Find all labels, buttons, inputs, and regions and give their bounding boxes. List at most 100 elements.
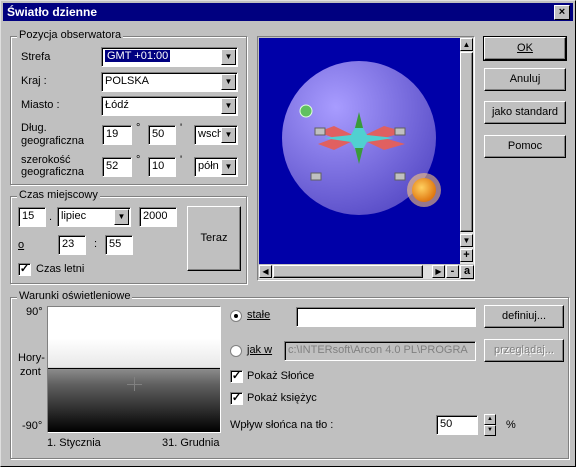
marker: [394, 127, 406, 136]
country-value: POLSKA: [105, 75, 150, 87]
marker: [310, 172, 322, 181]
show-sun-label: Pokaż Słońce: [247, 370, 315, 382]
define-button[interactable]: definiuj...: [484, 305, 564, 328]
chevron-down-icon[interactable]: ▼: [221, 74, 236, 90]
zone-value: GMT +01:00: [105, 50, 171, 62]
zoom-out-button[interactable]: -: [446, 265, 459, 278]
path-field[interactable]: c:\INTERsoft\Arcon 4.0 PL\PROGRA: [284, 341, 476, 361]
country-select[interactable]: POLSKA ▼: [101, 72, 238, 92]
sun-effect-input[interactable]: 50: [436, 415, 478, 435]
dst-checkbox[interactable]: ✓: [18, 263, 31, 276]
zoom-in-button[interactable]: +: [460, 249, 473, 262]
path-value: c:\INTERsoft\Arcon 4.0 PL\PROGRA: [288, 344, 468, 356]
longitude-degrees-value: 19: [106, 128, 119, 140]
browse-button[interactable]: przeglądaj...: [484, 339, 564, 362]
sun-effect-label: Wpływ słońca na tło :: [230, 419, 334, 431]
latitude-label-1: szerokość: [21, 154, 71, 166]
crosshair-icon: [127, 384, 142, 385]
latitude-degrees-value: 52: [106, 160, 119, 172]
latitude-degrees-input[interactable]: 52: [102, 157, 132, 177]
show-moon-label: Pokaż księżyc: [247, 392, 317, 404]
longitude-minutes-value: 50: [152, 128, 165, 140]
day-input[interactable]: 15: [18, 207, 46, 227]
x-axis-right-label: 31. Grudnia: [162, 437, 220, 449]
country-label: Kraj :: [21, 75, 47, 87]
spin-down-icon[interactable]: ▼: [484, 425, 496, 436]
minute-mark: ': [180, 154, 183, 166]
vertical-scrollbar[interactable]: ▲ ▼ +: [460, 38, 474, 264]
hour-value: 23: [62, 238, 75, 250]
scroll-left-icon[interactable]: ◀: [259, 265, 272, 278]
horizon-line: [48, 368, 220, 369]
y-axis-bottom-label: -90°: [22, 420, 43, 432]
minute-value: 55: [109, 238, 122, 250]
window-title: Światło dzienne: [7, 5, 98, 19]
as-in-radio[interactable]: [230, 345, 242, 357]
ok-label: OK: [517, 42, 533, 54]
zone-select[interactable]: GMT +01:00 ▼: [101, 47, 238, 67]
fixed-label: stałe: [247, 309, 271, 321]
vertical-scroll-thumb[interactable]: [460, 52, 473, 232]
fixed-radio[interactable]: [230, 310, 242, 322]
horizontal-scrollbar[interactable]: ◀ ▶ -: [259, 265, 460, 279]
city-value: Łódź: [105, 99, 129, 111]
date-separator: .: [49, 211, 53, 223]
y-axis-mid-label-1: Hory-: [18, 352, 45, 364]
chevron-down-icon[interactable]: ▼: [221, 127, 236, 143]
city-label: Miasto :: [21, 99, 60, 111]
ok-button[interactable]: OK: [483, 36, 567, 61]
minute-mark: ': [180, 122, 183, 134]
help-button[interactable]: Pomoc: [484, 135, 566, 158]
sun-effect-value: 50: [440, 418, 453, 430]
chevron-down-icon[interactable]: ▼: [114, 209, 129, 225]
auto-zoom-button[interactable]: a: [460, 265, 474, 279]
fixed-color-field[interactable]: [296, 307, 476, 327]
scroll-up-icon[interactable]: ▲: [460, 38, 473, 51]
chevron-down-icon[interactable]: ▼: [221, 159, 236, 175]
longitude-label-2: geograficzna: [21, 135, 84, 147]
as-in-label: jak w: [247, 344, 273, 356]
day-value: 15: [22, 210, 35, 222]
latitude-direction-value: półn: [198, 160, 219, 172]
longitude-direction-select[interactable]: wsch ▼: [194, 125, 238, 145]
year-input[interactable]: 2000: [139, 207, 177, 227]
cancel-button[interactable]: Anuluj: [484, 68, 566, 91]
longitude-degrees-input[interactable]: 19: [102, 125, 132, 145]
scroll-down-icon[interactable]: ▼: [460, 234, 473, 247]
hour-input[interactable]: 23: [58, 235, 86, 255]
city-select[interactable]: Łódź ▼: [101, 96, 238, 116]
chevron-down-icon[interactable]: ▼: [221, 98, 236, 114]
lighting-graph[interactable]: [47, 306, 221, 433]
spin-up-icon[interactable]: ▲: [484, 414, 496, 425]
scroll-right-icon[interactable]: ▶: [432, 265, 445, 278]
longitude-minutes-input[interactable]: 50: [148, 125, 176, 145]
x-axis-left-label: 1. Stycznia: [47, 437, 101, 449]
close-button[interactable]: ×: [554, 5, 570, 20]
degree-mark: °: [136, 122, 141, 134]
latitude-minutes-value: 10: [152, 160, 165, 172]
chevron-down-icon[interactable]: ▼: [221, 49, 236, 65]
moon-icon[interactable]: [299, 104, 313, 118]
sun-icon[interactable]: [412, 178, 436, 202]
horizontal-scroll-thumb[interactable]: [273, 265, 423, 278]
y-axis-top-label: 90°: [26, 306, 43, 318]
observer-legend: Pozycja obserwatora: [17, 29, 124, 41]
show-moon-checkbox[interactable]: ✓: [230, 392, 243, 405]
marker: [314, 127, 326, 136]
latitude-direction-select[interactable]: półn ▼: [194, 157, 238, 177]
longitude-direction-value: wsch: [198, 128, 222, 140]
title-bar: Światło dzienne ×: [3, 3, 573, 21]
now-button[interactable]: Teraz: [187, 206, 241, 271]
minute-input[interactable]: 55: [105, 235, 133, 255]
longitude-label-1: Dług.: [21, 122, 47, 134]
y-axis-mid-label-2: zont: [20, 366, 41, 378]
latitude-minutes-input[interactable]: 10: [148, 157, 176, 177]
radio-dot: [234, 314, 238, 318]
marker: [394, 172, 406, 181]
year-value: 2000: [143, 210, 168, 222]
dialog-window: Światło dzienne × Pozycja obserwatora St…: [0, 0, 576, 467]
set-default-button[interactable]: jako standard: [484, 101, 566, 124]
show-sun-checkbox[interactable]: ✓: [230, 370, 243, 383]
month-value: lipiec: [61, 210, 87, 222]
month-select[interactable]: lipiec ▼: [57, 207, 131, 227]
